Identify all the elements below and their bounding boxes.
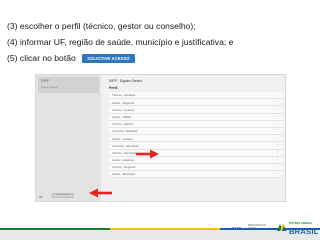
arrow-right-icon xyxy=(136,149,159,159)
profile-row[interactable]: Gestor - SESAI › xyxy=(109,113,283,121)
solicitar-acesso-button-sample: SOLICITAR ACESSO xyxy=(82,54,135,63)
chevron-right-icon: › xyxy=(276,128,278,133)
profile-list: Técnico - Estadual › Gestor - Regional › Téc… xyxy=(109,92,283,179)
profile-row-label: Gestor - Municipal xyxy=(112,172,135,177)
chevron-right-icon: › xyxy=(276,92,278,97)
profile-row[interactable]: Técnico - Regional › xyxy=(109,163,283,172)
chevron-right-icon: › xyxy=(276,171,278,176)
instruction-step-3: (3) escolher o perfil (técnico, gestor o… xyxy=(7,21,196,31)
panel-header: Perfil xyxy=(109,86,118,90)
profile-row[interactable]: Gestor - Federal › xyxy=(109,135,283,143)
profile-row-label: Técnico - Municipal xyxy=(112,150,137,155)
chevron-right-icon: › xyxy=(276,121,278,126)
chevron-right-icon: › xyxy=(276,164,278,169)
chevron-right-icon: › xyxy=(276,157,278,162)
profile-panel: DIPP - Digisus Gestor Perfil Técnico - E… xyxy=(105,78,283,199)
chevron-right-icon: › xyxy=(276,150,278,154)
patria-amada-label: PÁTRIA AMADA xyxy=(289,221,312,225)
profile-row-label: Técnico - Estadual xyxy=(112,93,136,98)
chevron-right-icon: › xyxy=(276,135,278,140)
solicitar-acesso-button[interactable]: solicitar acesso xyxy=(52,193,74,198)
profile-row[interactable]: Gestor - Municipal › xyxy=(109,171,283,179)
screenshot-sidebar: DIPP Digisus Gestor UF solicitar acesso xyxy=(36,75,101,201)
chevron-right-icon: › xyxy=(276,142,278,147)
profile-row-label: Gestor - Estadual xyxy=(112,158,134,163)
profile-row-label: Conselho - Estadual xyxy=(112,129,138,134)
arrow-left-icon xyxy=(89,188,112,198)
ministerio-line2: SAÚDE xyxy=(248,227,257,230)
profile-row[interactable]: Técnico - Estadual › xyxy=(109,92,283,100)
chevron-right-icon: › xyxy=(276,99,278,104)
instruction-step-5-text: (5) clicar no botão xyxy=(7,53,76,63)
profile-row-label: Técnico - Federal xyxy=(112,107,134,112)
flag-color-strip xyxy=(0,228,320,230)
profile-row-label: Técnico - Regional xyxy=(112,165,136,170)
brasil-flag-icon xyxy=(277,223,287,231)
system-description: Digisus Gestor xyxy=(41,86,59,89)
system-name: DIPP xyxy=(41,79,50,83)
profile-row[interactable]: Conselho - Estadual › xyxy=(109,127,283,136)
footer-bar xyxy=(0,228,320,240)
instruction-step-4: (4) informar UF, região de saúde, municí… xyxy=(7,37,234,47)
profile-row[interactable]: Gestor - Regional › xyxy=(109,99,283,107)
system-card[interactable]: DIPP Digisus Gestor xyxy=(38,77,99,93)
uf-label: UF xyxy=(39,195,43,199)
profile-row-label: Gestor - Federal xyxy=(112,136,133,141)
sus-logo: SUS xyxy=(232,226,242,231)
brasil-label: BRASIL xyxy=(289,227,319,236)
profile-row[interactable]: Técnico - Federal › xyxy=(109,106,283,114)
profile-row-label: Gestor - Regional xyxy=(112,100,134,105)
embedded-screenshot: DIPP Digisus Gestor UF solicitar acesso … xyxy=(35,74,286,202)
profile-row[interactable]: Técnico - SESAI › xyxy=(109,120,283,128)
profile-row-label: Gestor - SESAI xyxy=(112,114,132,119)
profile-row-label: Técnico - SESAI xyxy=(112,122,133,127)
chevron-right-icon: › xyxy=(276,114,278,119)
chevron-right-icon: › xyxy=(276,106,278,111)
panel-title: DIPP - Digisus Gestor xyxy=(109,79,143,83)
instruction-step-5: (5) clicar no botão SOLICITAR ACESSO xyxy=(7,53,135,63)
profile-row-label: Conselho - Municipal xyxy=(112,143,139,148)
ministerio-saude-logo: MINISTÉRIO DA SAÚDE xyxy=(248,224,266,230)
